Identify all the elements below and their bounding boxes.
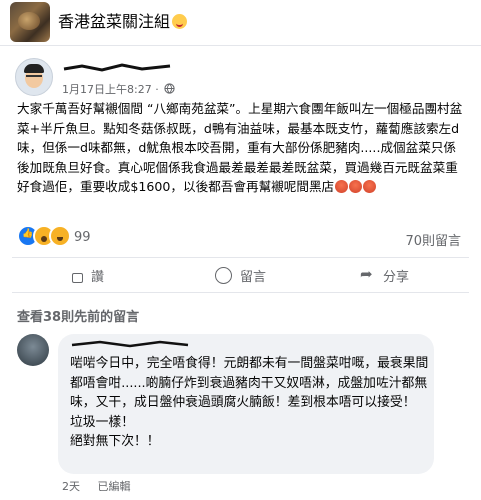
comment-text: 啱啱今日中，完全唔食得！元朗都未有一間盤菜咁嘅，最衰果間都唔會咁......啲腩…	[70, 354, 430, 452]
comment-line: 絕對無下次！！	[70, 434, 160, 450]
post-paragraph: 大家千萬吾好幫襯個間 “八鄉南苑盆菜”。上星期六食團年飯叫左一個極品團村盆菜+半…	[17, 101, 463, 194]
view-previous-comments[interactable]: 查看38則先前的留言	[17, 306, 139, 325]
redacted-commenter-name[interactable]	[70, 340, 190, 348]
comment-time[interactable]: 2天	[62, 480, 80, 493]
haha-reaction-icon	[49, 225, 71, 247]
commenter-avatar[interactable]	[17, 334, 49, 366]
header-divider	[0, 45, 481, 46]
group-thumbnail[interactable]	[10, 2, 50, 42]
redacted-author-name[interactable]	[62, 63, 172, 73]
comment-button[interactable]: 留言	[215, 266, 266, 285]
group-header: 香港盆菜關注組	[0, 0, 481, 44]
globe-icon	[164, 83, 175, 94]
comment-count[interactable]: 70則留言	[405, 230, 461, 249]
actions-bottom-divider	[12, 292, 469, 293]
avatar[interactable]	[15, 58, 53, 96]
angry-emoji-icon	[335, 180, 349, 193]
post-meta: 1月17日上午8:27 ·	[62, 81, 175, 97]
comment-meta: 2天 已編輯	[62, 478, 145, 494]
post-body: 大家千萬吾好幫襯個間 “八鄉南苑盆菜”。上星期六食團年飯叫左一個極品團村盆菜+半…	[17, 99, 467, 197]
comment-icon	[215, 267, 232, 284]
angry-emoji-icon	[349, 180, 363, 193]
comment-edited[interactable]: 已編輯	[98, 480, 131, 493]
group-name[interactable]: 香港盆菜關注組	[58, 12, 188, 32]
actions-top-divider	[12, 257, 469, 258]
share-icon	[360, 265, 375, 283]
angry-emoji-icon	[363, 180, 377, 193]
post-timestamp[interactable]: 1月17日上午8:27 ·	[62, 83, 159, 96]
comment-line: 啱啱今日中，完全唔食得！元朗都未有一間盤菜咁嘅，最衰果間都唔會咁......啲腩…	[70, 356, 429, 411]
avatar-glasses	[26, 75, 42, 81]
thumbs-up-icon	[72, 272, 83, 283]
post-actions: 讚 留言 分享	[0, 262, 481, 288]
comment-line: 垃圾一樣！	[70, 414, 134, 430]
yum-emoji-icon	[172, 14, 188, 29]
share-button[interactable]: 分享	[360, 265, 409, 285]
like-button[interactable]: 讚	[72, 266, 104, 285]
reaction-count[interactable]: 99	[74, 230, 91, 245]
avatar-hair	[24, 64, 44, 73]
